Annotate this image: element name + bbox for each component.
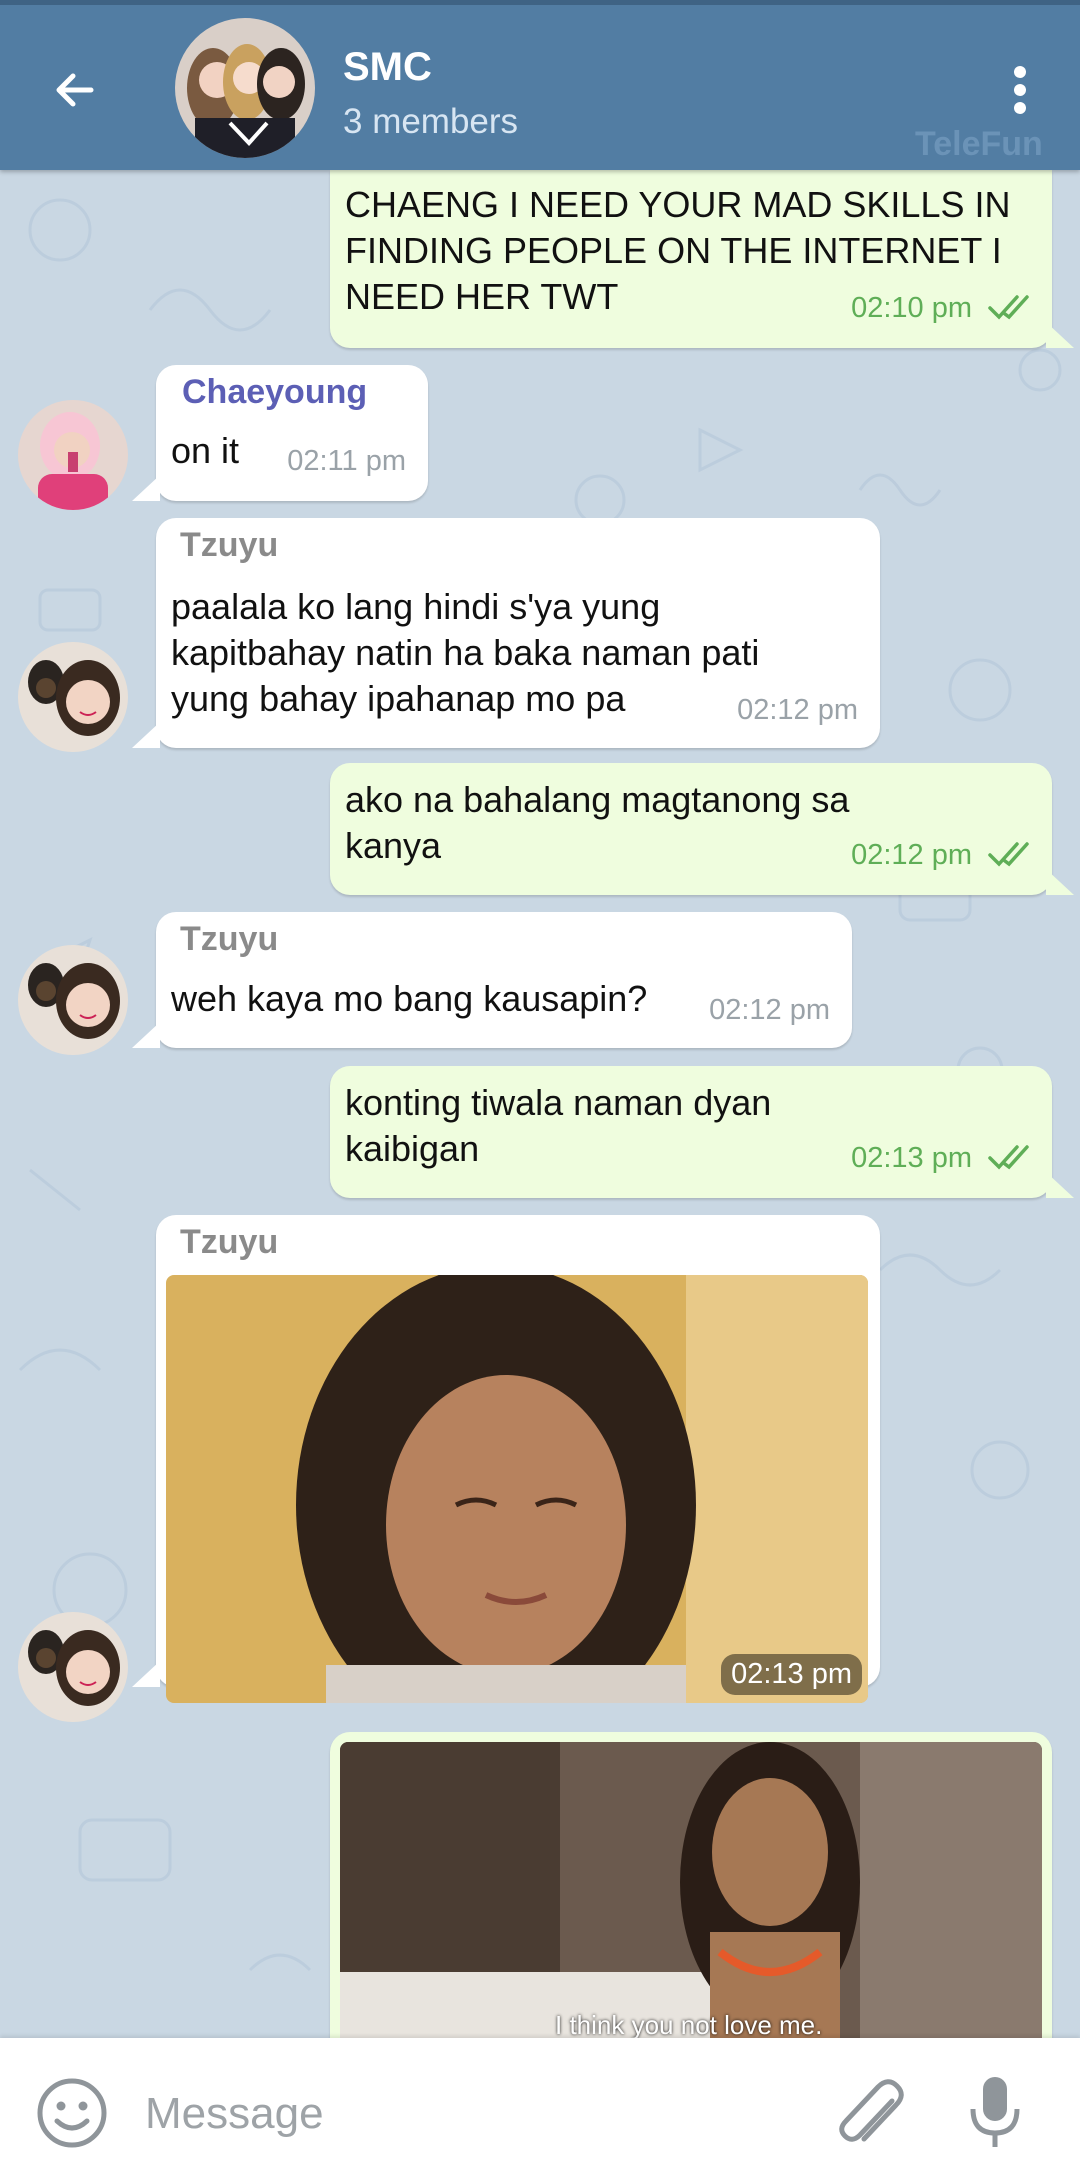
outgoing-message[interactable]: CHAENG I NEED YOUR MAD SKILLS IN FINDING… — [330, 170, 1052, 348]
chat-title[interactable]: SMC — [343, 45, 432, 90]
menu-button[interactable] — [1000, 55, 1040, 125]
chat-header: SMC 3 members TeleFun — [0, 0, 1080, 170]
bubble-tail — [1046, 322, 1074, 348]
status-strip — [0, 0, 1080, 5]
message-input[interactable] — [143, 2078, 797, 2150]
message-composer — [0, 2038, 1080, 2183]
sender-name[interactable]: Tzuyu — [180, 920, 278, 959]
emoji-icon — [37, 2078, 107, 2148]
avatar-tzuyu[interactable] — [18, 945, 128, 1055]
more-vertical-icon — [1014, 66, 1026, 114]
message-text: weh kaya mo bang kausapin? — [171, 978, 648, 1019]
back-button[interactable] — [40, 55, 110, 125]
photo[interactable]: 02:13 pm — [166, 1275, 868, 1703]
message-text: ako na bahalang magtanong sa kanya — [345, 779, 850, 866]
message-text: paalala ko lang hindi s'ya yung kapitbah… — [171, 586, 760, 719]
message-list[interactable]: CHAENG I NEED YOUR MAD SKILLS IN FINDING… — [0, 170, 1080, 2038]
incoming-message[interactable]: Chaeyoung on it 02:11 pm — [156, 365, 428, 501]
incoming-photo-message[interactable]: Tzuyu 02:13 pm — [156, 1215, 880, 1703]
bubble-tail — [1046, 869, 1074, 895]
message-text: konting tiwala naman dyan kaibigan — [345, 1082, 772, 1169]
sender-name[interactable]: Tzuyu — [180, 526, 278, 565]
message-time: 02:10 pm — [851, 292, 972, 324]
paperclip-icon — [839, 2079, 904, 2142]
double-check-icon — [988, 295, 1029, 320]
avatar-chaeyoung[interactable] — [18, 400, 128, 510]
sender-name[interactable]: Chaeyoung — [182, 373, 367, 412]
member-count: 3 members — [343, 102, 519, 141]
outgoing-message[interactable]: konting tiwala naman dyan kaibigan 02:13… — [330, 1066, 1052, 1198]
double-check-icon — [988, 1145, 1029, 1170]
emoji-button[interactable] — [35, 2076, 109, 2150]
photo-time: 02:13 pm — [721, 1654, 862, 1695]
microphone-icon — [970, 2077, 1020, 2147]
outgoing-message[interactable]: ako na bahalang magtanong sa kanya 02:12… — [330, 763, 1052, 895]
bubble-tail — [132, 475, 160, 501]
message-time: 02:11 pm — [287, 445, 406, 477]
bubble-tail — [132, 1661, 160, 1687]
outgoing-photo-message[interactable]: I think you not love me. — [330, 1732, 1052, 2038]
avatar-tzuyu[interactable] — [18, 642, 128, 752]
bubble-tail — [132, 722, 160, 748]
incoming-message[interactable]: Tzuyu weh kaya mo bang kausapin? 02:12 p… — [156, 912, 852, 1048]
avatar-tzuyu[interactable] — [18, 1612, 128, 1722]
bubble-tail — [132, 1022, 160, 1048]
double-check-icon — [988, 842, 1029, 867]
microphone-button[interactable] — [965, 2073, 1025, 2153]
message-time: 02:13 pm — [851, 1142, 972, 1174]
message-time: 02:12 pm — [709, 994, 830, 1026]
message-time: 02:12 pm — [851, 839, 972, 871]
photo-caption: I think you not love me. — [555, 2010, 823, 2038]
attach-button[interactable] — [830, 2073, 905, 2153]
app-watermark: TeleFun — [915, 125, 1043, 163]
incoming-message[interactable]: Tzuyu paalala ko lang hindi s'ya yung ka… — [156, 518, 880, 748]
group-avatar[interactable] — [175, 18, 315, 158]
photo[interactable]: I think you not love me. — [340, 1742, 1042, 2038]
bubble-tail — [1046, 1172, 1074, 1198]
message-time: 02:12 pm — [737, 694, 858, 726]
arrow-left-icon — [56, 73, 94, 107]
sender-name[interactable]: Tzuyu — [180, 1223, 278, 1262]
message-text: on it — [171, 430, 240, 471]
